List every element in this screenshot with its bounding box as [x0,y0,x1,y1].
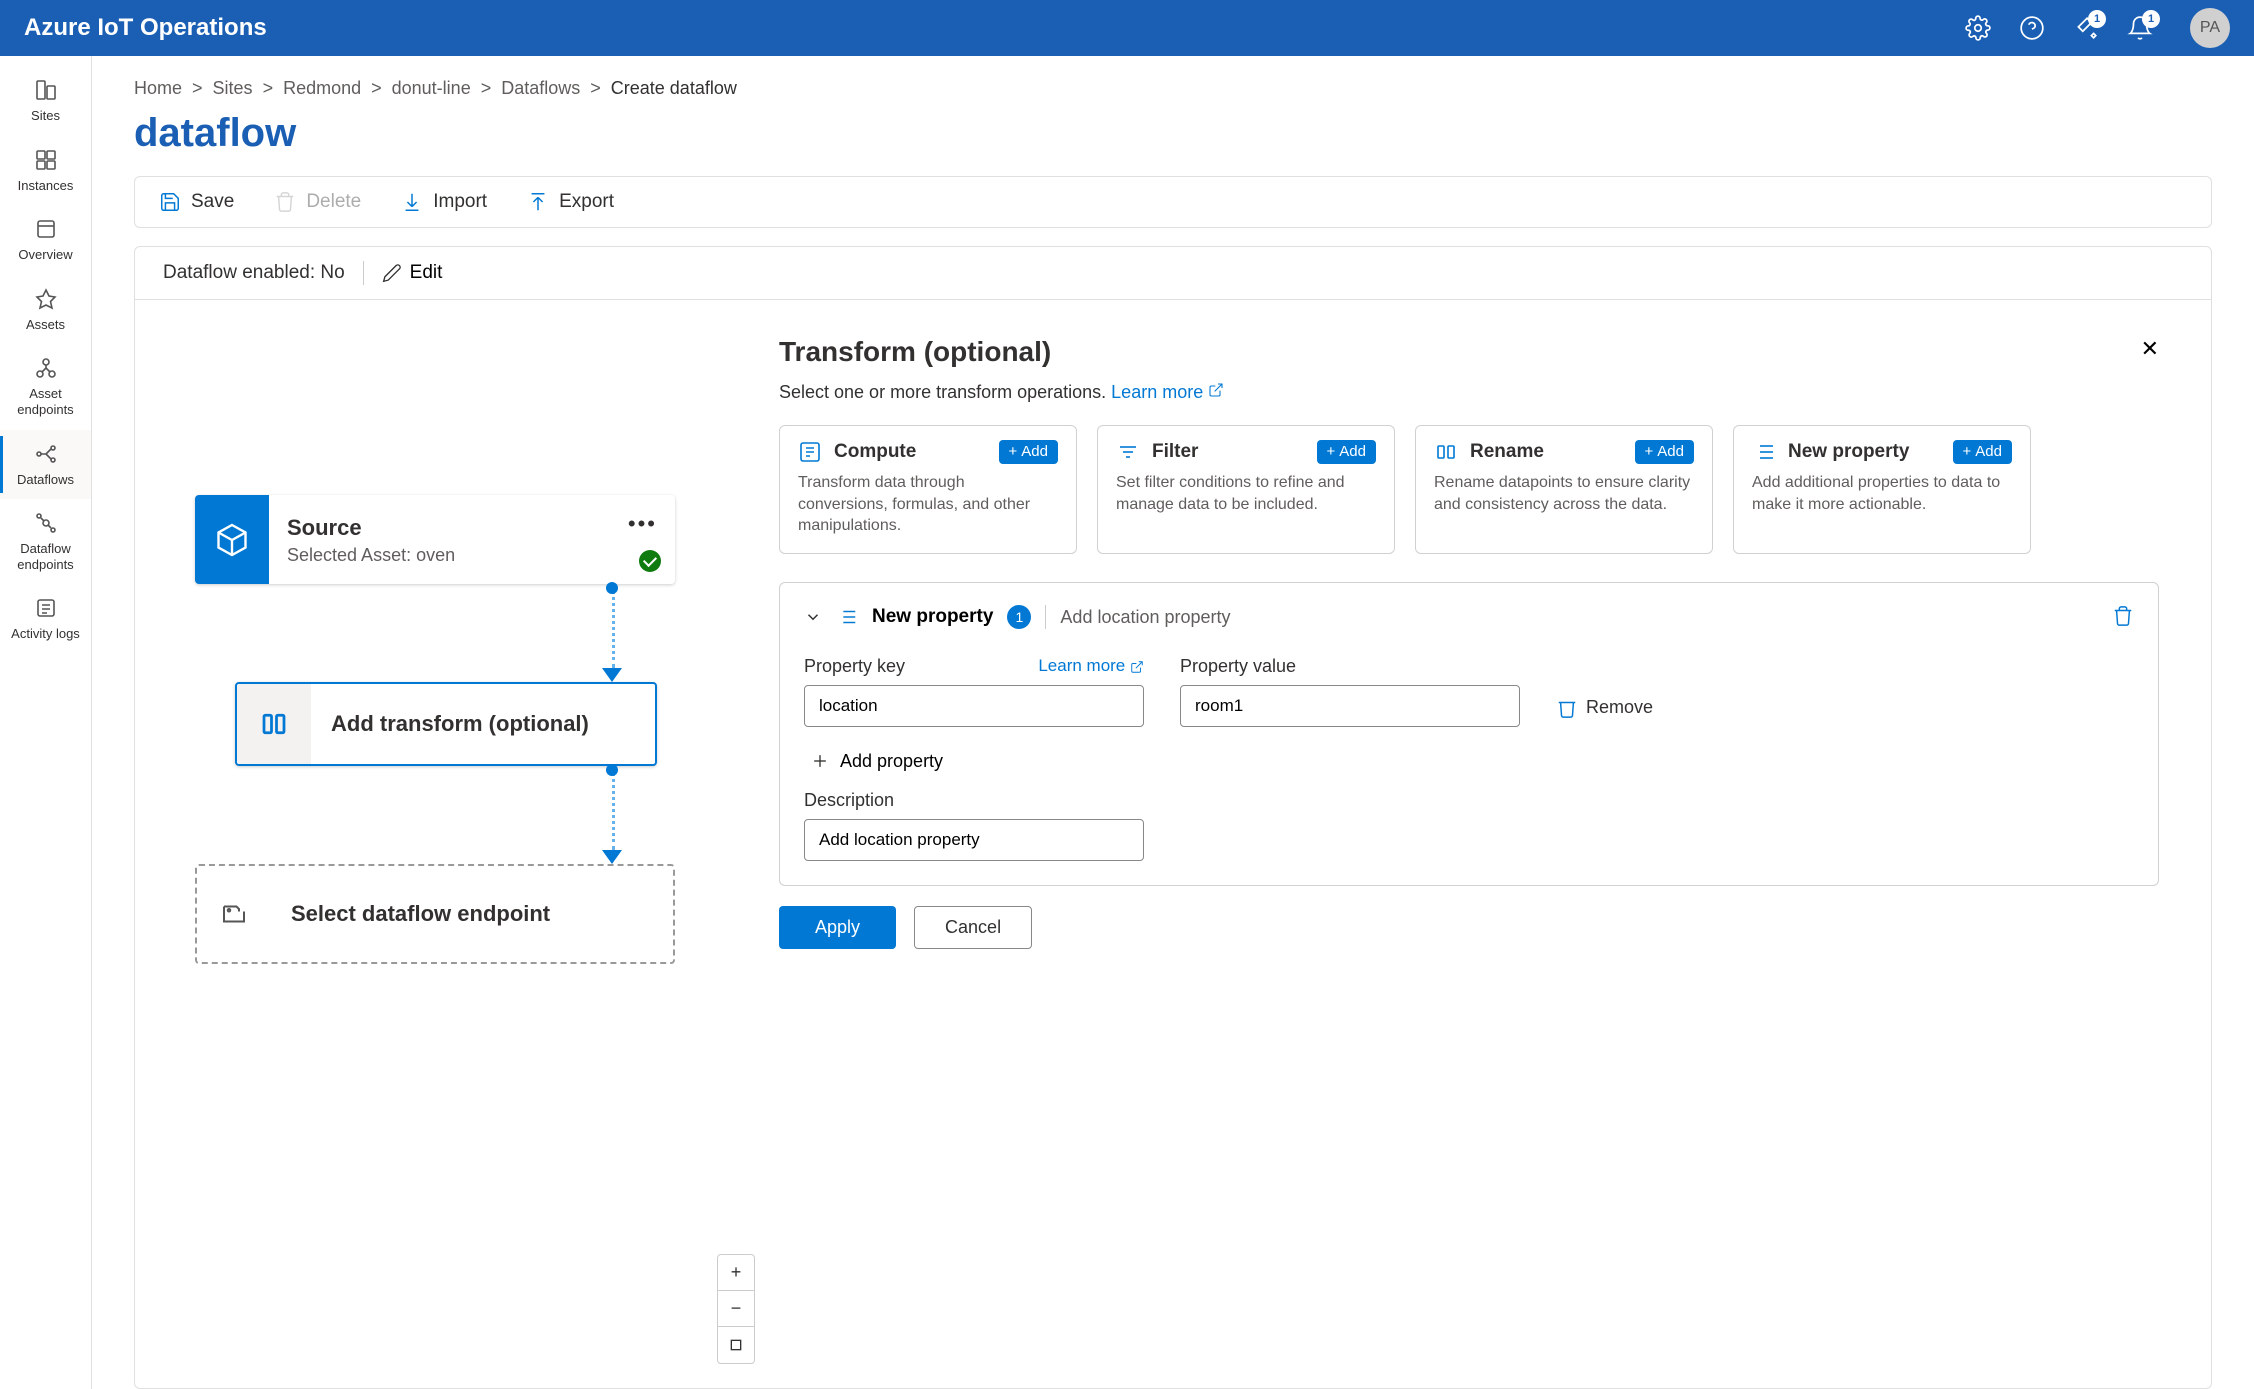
main-panel: Dataflow enabled: No Edit Source Selecte… [134,246,2212,1389]
breadcrumb: Home> Sites> Redmond> donut-line> Datafl… [134,78,2212,99]
chevron-down-icon [804,608,822,626]
rule-summary: Add location property [1060,607,2098,628]
filter-icon [1116,440,1140,464]
notif-badge: 1 [2142,10,2160,28]
sidebar-item-instances[interactable]: Instances [0,136,91,206]
sidebar-item-activity-logs[interactable]: Activity logs [0,584,91,654]
cube-icon [195,495,269,584]
transform-icon [237,684,311,764]
rule-count-badge: 1 [1007,605,1031,629]
transform-node[interactable]: Add transform (optional) [235,682,657,766]
filter-add-button[interactable]: + Add [1317,440,1376,464]
zoom-out-button[interactable]: − [718,1291,754,1327]
rename-icon [1434,440,1458,464]
breadcrumb-home[interactable]: Home [134,78,182,99]
compute-card: Compute + Add Transform data through con… [779,425,1077,554]
breadcrumb-sites[interactable]: Sites [213,78,253,99]
app-title: Azure IoT Operations [24,14,1964,42]
zoom-fit-button[interactable] [718,1327,754,1363]
sites-icon [32,76,60,104]
sidebar-item-asset-endpoints[interactable]: Asset endpoints [0,344,91,429]
close-icon[interactable]: ✕ [2141,336,2159,362]
sidebar-item-dataflows[interactable]: Dataflows [0,430,91,500]
export-button[interactable]: Export [527,191,614,213]
edit-button[interactable]: Edit [382,262,443,284]
description-input[interactable] [804,819,1144,861]
rename-card: Rename + Add Rename datapoints to ensure… [1415,425,1713,554]
import-button[interactable]: Import [401,191,487,213]
newprop-add-button[interactable]: + Add [1953,440,2012,464]
dataflow-endpoints-icon [32,509,60,537]
compute-add-button[interactable]: + Add [999,440,1058,464]
property-value-label: Property value [1180,656,1296,677]
rule-header[interactable]: New property 1 Add location property [780,601,2158,648]
list-icon [1752,440,1776,464]
compute-icon [798,440,822,464]
assets-icon [32,285,60,313]
sidebar-item-assets[interactable]: Assets [0,275,91,345]
source-more-icon[interactable]: ••• [628,511,657,537]
add-property-button[interactable]: Add property [810,751,2134,772]
endpoint-node[interactable]: Select dataflow endpoint [195,864,675,964]
filter-card: Filter + Add Set filter conditions to re… [1097,425,1395,554]
breadcrumb-current: Create dataflow [611,78,737,99]
endpoint-icon [197,866,271,962]
connector-1 [445,584,779,682]
breadcrumb-dataflows[interactable]: Dataflows [501,78,580,99]
source-node[interactable]: Source Selected Asset: oven ••• [195,495,675,584]
property-value-input[interactable] [1180,685,1520,727]
transform-panel-subtitle: Select one or more transform operations.… [779,382,2191,403]
sidebar-item-dataflow-endpoints[interactable]: Dataflow endpoints [0,499,91,584]
rename-add-button[interactable]: + Add [1635,440,1694,464]
zoom-controls: + − [717,1254,755,1364]
save-button[interactable]: Save [159,191,234,213]
delete-button: Delete [274,191,361,213]
transform-panel-title: Transform (optional) [779,336,1051,368]
connector-2 [445,766,779,864]
remove-button[interactable]: Remove [1556,697,1653,719]
transform-panel: Transform (optional) ✕ Select one or mor… [779,300,2211,1388]
property-key-input[interactable] [804,685,1144,727]
flow-canvas[interactable]: Source Selected Asset: oven ••• Add tran… [135,300,779,1388]
toolbar: Save Delete Import Export [134,176,2212,228]
rules-panel: New property 1 Add location property [779,582,2159,886]
delete-rule-button[interactable] [2112,605,2134,630]
avatar[interactable]: PA [2190,8,2230,48]
notification-icon[interactable]: 1 [2126,14,2154,42]
page-title: dataflow [134,111,2212,156]
activity-logs-icon [32,594,60,622]
header-actions: 1 1 PA [1964,8,2230,48]
enabled-status: Dataflow enabled: No [163,262,345,284]
list-icon [836,606,858,628]
cancel-button[interactable]: Cancel [914,906,1032,949]
settings-icon[interactable] [1964,14,1992,42]
check-icon [639,550,661,572]
sidebar-item-sites[interactable]: Sites [0,66,91,136]
learn-more-link[interactable]: Learn more [1038,656,1144,676]
dev-tools-icon[interactable]: 1 [2072,14,2100,42]
sub-toolbar: Dataflow enabled: No Edit [135,247,2211,300]
overview-icon [32,215,60,243]
breadcrumb-donut-line[interactable]: donut-line [392,78,471,99]
dataflows-icon [32,440,60,468]
dev-badge: 1 [2088,10,2106,28]
description-label: Description [804,790,894,811]
breadcrumb-redmond[interactable]: Redmond [283,78,361,99]
top-header: Azure IoT Operations 1 1 PA [0,0,2254,56]
learn-more-link[interactable]: Learn more [1111,382,1224,402]
transform-cards: Compute + Add Transform data through con… [779,425,2159,554]
instances-icon [32,146,60,174]
property-key-label: Property key [804,656,905,677]
help-icon[interactable] [2018,14,2046,42]
content-area: Home> Sites> Redmond> donut-line> Datafl… [92,56,2254,1389]
new-property-card: New property + Add Add additional proper… [1733,425,2031,554]
asset-endpoints-icon [32,354,60,382]
zoom-in-button[interactable]: + [718,1255,754,1291]
sidebar-item-overview[interactable]: Overview [0,205,91,275]
sidebar: Sites Instances Overview Assets Asset en… [0,56,92,1389]
apply-button[interactable]: Apply [779,906,896,949]
